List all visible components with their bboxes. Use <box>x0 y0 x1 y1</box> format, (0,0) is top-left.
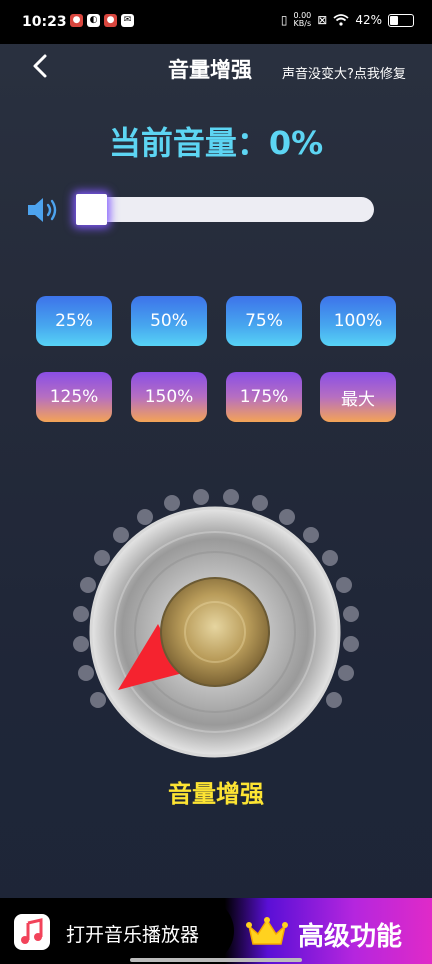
page-title: 音量增强 <box>168 58 252 82</box>
app-notification-icon: ● <box>70 14 83 27</box>
wifi-icon <box>333 14 349 26</box>
bottom-bar: 打开音乐播放器 高级功能 <box>0 898 432 964</box>
home-indicator <box>130 958 302 962</box>
volume-boost-dial[interactable] <box>60 480 372 770</box>
sim-icon: ⊠ <box>317 13 328 27</box>
net-speed: 0.00 KB/s <box>293 12 311 28</box>
volume-slider-thumb[interactable] <box>76 194 107 225</box>
mail-icon: ✉ <box>121 14 134 27</box>
preset-75-button[interactable]: 75% <box>226 296 302 346</box>
preset-25-button[interactable]: 25% <box>36 296 112 346</box>
premium-features-button[interactable]: 高级功能 <box>298 916 402 953</box>
music-app-icon <box>14 914 50 950</box>
speaker-icon <box>28 198 57 222</box>
preset-50-button[interactable]: 50% <box>131 296 207 346</box>
preset-max-button[interactable]: 最大 <box>320 372 396 422</box>
open-player-label: 打开音乐播放器 <box>66 924 200 946</box>
volume-slider-track[interactable] <box>78 197 374 222</box>
battery-percent: 42% <box>355 13 382 27</box>
battery-icon <box>388 13 414 27</box>
preset-175-button[interactable]: 175% <box>226 372 302 422</box>
status-bar: 10:23 ● ◐ ● ✉ ▯ 0.00 KB/s ⊠ 42% <box>0 0 432 44</box>
vibrate-icon: ▯ <box>280 13 288 27</box>
open-player-button[interactable]: 打开音乐播放器 <box>0 898 234 964</box>
back-arrow-icon[interactable] <box>28 52 52 80</box>
status-right: ▯ 0.00 KB/s ⊠ 42% <box>281 12 414 28</box>
net-speed-unit: KB/s <box>293 19 312 28</box>
app-notification-icon: ● <box>104 14 117 27</box>
notification-icons: ● ◐ ● ✉ <box>70 14 134 27</box>
status-time: 10:23 <box>22 14 67 30</box>
dial-gold-knob <box>160 577 270 687</box>
preset-125-button[interactable]: 125% <box>36 372 112 422</box>
preset-100-button[interactable]: 100% <box>320 296 396 346</box>
current-volume-label: 当前音量：0% <box>108 124 324 162</box>
dial-label: 音量增强 <box>168 780 264 808</box>
fix-sound-link[interactable]: 声音没变大?点我修复 <box>282 63 406 82</box>
crown-icon <box>246 917 288 945</box>
app-notification-icon: ◐ <box>87 14 100 27</box>
preset-150-button[interactable]: 150% <box>131 372 207 422</box>
